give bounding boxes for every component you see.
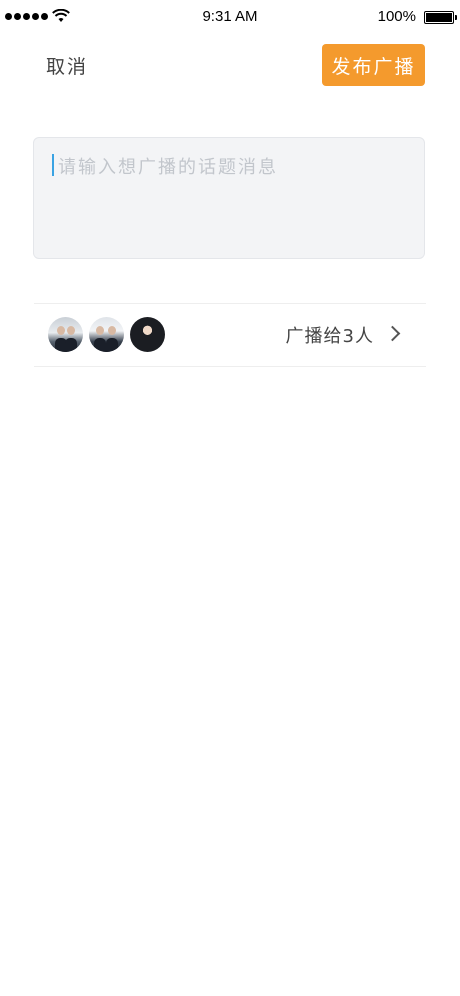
battery-icon [424,11,457,24]
broadcast-message-input[interactable]: 请输入想广播的话题消息 [33,137,425,259]
divider [34,366,426,367]
recipients-selector[interactable]: 广播给3人 [34,304,426,366]
avatar [89,317,124,352]
cancel-button[interactable]: 取消 [46,52,88,79]
chevron-right-icon [384,325,401,342]
message-placeholder: 请输入想广播的话题消息 [58,157,278,178]
text-caret [52,154,54,176]
battery-percent: 100% [377,8,416,25]
recipient-count-label: 广播给3人 [285,326,374,347]
avatar [48,317,83,352]
status-bar: 9:31 AM 100% [0,0,460,34]
publish-broadcast-button[interactable]: 发布广播 [322,44,425,86]
avatar [130,317,165,352]
recipient-avatars [48,317,165,352]
battery-fill [426,13,452,22]
broadcast-compose-screen: 9:31 AM 100% 取消 发布广播 请输入想广播的话题消息 广播给3人 [0,0,460,996]
